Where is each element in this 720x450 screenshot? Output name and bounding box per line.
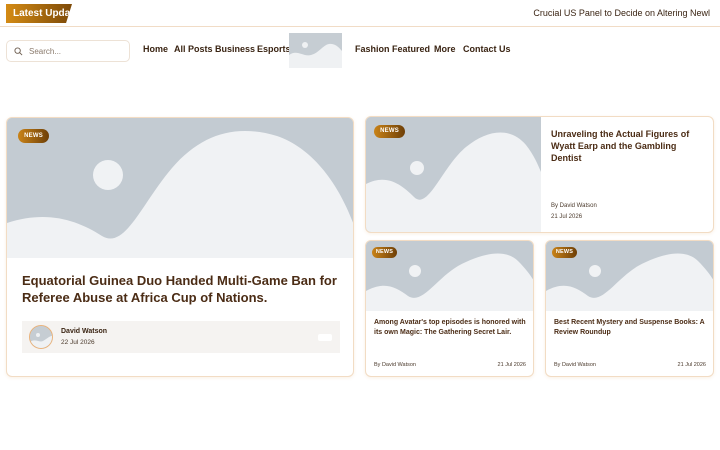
search-input[interactable]: [29, 44, 125, 59]
small-article-title[interactable]: Among Avatar's top episodes is honored w…: [374, 318, 526, 338]
nav-featured[interactable]: Featured: [392, 44, 430, 54]
search-icon: [14, 47, 23, 56]
nav-business[interactable]: Business: [215, 44, 255, 54]
post-date: 21 Jul 2026: [551, 214, 583, 220]
category-badge[interactable]: NEWS: [552, 247, 577, 258]
avatar-placeholder-icon: [30, 326, 52, 348]
small-article-card[interactable]: NEWS Best Recent Mystery and Suspense Bo…: [545, 240, 714, 377]
latest-update-label: Latest Update: [6, 4, 72, 23]
nav-more[interactable]: More: [434, 44, 456, 54]
author-name[interactable]: By David Watson: [551, 203, 597, 209]
featured-article-card[interactable]: NEWS Equatorial Guinea Duo Handed Multi-…: [6, 117, 354, 377]
category-badge[interactable]: NEWS: [374, 125, 405, 138]
author-avatar[interactable]: [29, 325, 53, 349]
featured-article-title[interactable]: Equatorial Guinea Duo Handed Multi-Game …: [22, 272, 340, 306]
share-icon[interactable]: [318, 334, 332, 341]
small-article-card[interactable]: NEWS Among Avatar's top episodes is hono…: [365, 240, 534, 377]
category-badge[interactable]: NEWS: [18, 129, 49, 143]
post-date: 22 Jul 2026: [61, 339, 95, 346]
featured-image[interactable]: [7, 118, 353, 258]
category-badge[interactable]: NEWS: [372, 247, 397, 258]
nav-all-posts[interactable]: All Posts: [174, 44, 213, 54]
top-bar: Latest Update Crucial US Panel to Decide…: [0, 0, 720, 27]
side-article-title[interactable]: Unraveling the Actual Figures of Wyatt E…: [551, 128, 706, 164]
site-logo-placeholder[interactable]: [289, 33, 342, 68]
nav-home[interactable]: Home: [143, 44, 168, 54]
nav-esports[interactable]: Esports: [257, 44, 291, 54]
side-article-card[interactable]: NEWS Unraveling the Actual Figures of Wy…: [365, 116, 714, 233]
post-date: 21 Jul 2026: [677, 362, 706, 368]
header: Home All Posts Business Esports Fashion …: [0, 28, 720, 70]
nav-fashion[interactable]: Fashion: [355, 44, 390, 54]
news-ticker[interactable]: Crucial US Panel to Decide on Altering N…: [533, 8, 710, 18]
post-date: 21 Jul 2026: [497, 362, 526, 368]
image-placeholder-icon: [289, 33, 342, 68]
author-name[interactable]: By David Watson: [554, 362, 596, 368]
search-box: [6, 40, 130, 62]
author-box: David Watson 22 Jul 2026: [22, 321, 340, 353]
author-name[interactable]: By David Watson: [374, 362, 416, 368]
small-article-title[interactable]: Best Recent Mystery and Suspense Books: …: [554, 318, 706, 338]
nav-contact-us[interactable]: Contact Us: [463, 44, 511, 54]
author-name[interactable]: David Watson: [61, 328, 107, 335]
image-placeholder-icon: [7, 118, 353, 258]
